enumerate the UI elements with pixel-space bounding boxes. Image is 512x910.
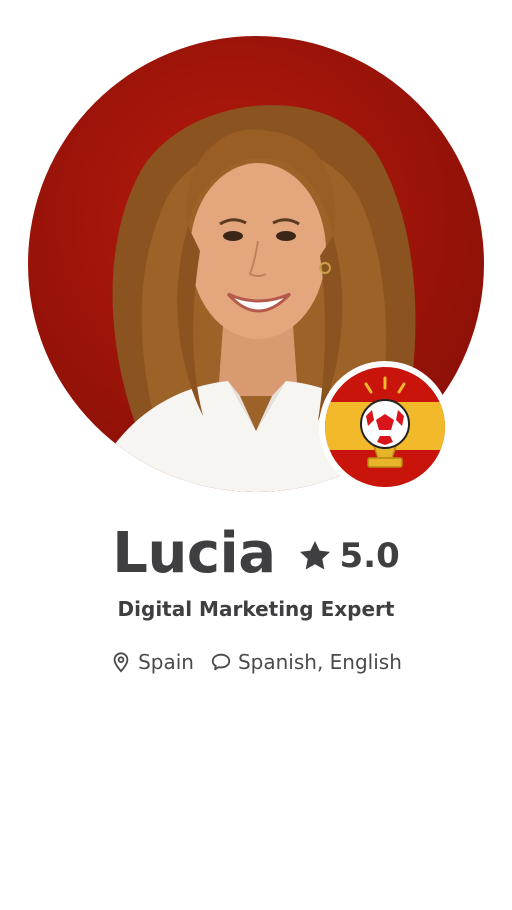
location-text: Spain [138,650,194,674]
languages: Spanish, English [210,650,402,674]
location: Spain [110,650,194,674]
speech-bubble-icon [211,653,231,671]
map-pin-icon [113,652,129,673]
avatar-container [28,36,484,492]
name-row: Lucia 5.0 [0,516,512,592]
profile-name: Lucia [112,521,276,586]
star-icon [299,540,330,570]
languages-text: Spanish, English [237,650,402,674]
profile-title: Digital Marketing Expert [117,597,395,621]
profile-card: Lucia 5.0 Digital Marketing Expert Spain… [0,0,512,910]
rating-value: 5.0 [339,536,400,576]
country-badge [322,364,448,490]
rating: 5.0 [296,537,400,575]
spain-football-trophy-icon [325,367,445,487]
profile-meta: Spain Spanish, English [0,646,512,678]
